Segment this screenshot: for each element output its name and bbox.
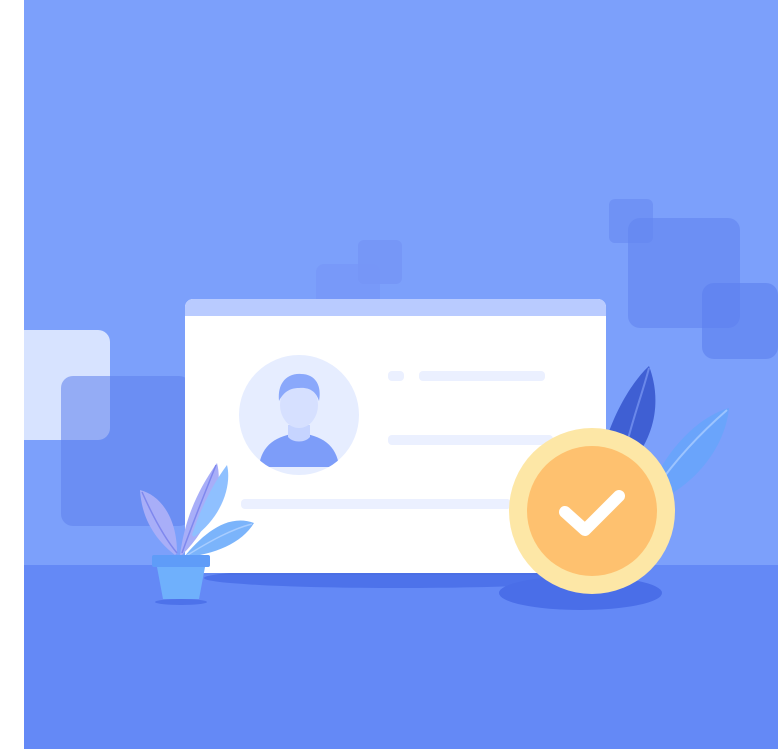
placeholder-line bbox=[419, 371, 545, 381]
placeholder-line bbox=[388, 435, 553, 445]
verified-badge bbox=[509, 428, 675, 594]
placeholder-line bbox=[388, 371, 404, 381]
decor-square bbox=[609, 199, 653, 243]
verification-illustration bbox=[24, 0, 778, 749]
checkmark-icon bbox=[559, 490, 625, 536]
decor-square bbox=[702, 283, 778, 359]
potted-plant-icon bbox=[140, 463, 254, 605]
decor-square bbox=[358, 240, 402, 284]
card-header-bar bbox=[185, 299, 606, 316]
placeholder-line bbox=[241, 499, 511, 509]
verified-badge-inner bbox=[527, 446, 657, 576]
